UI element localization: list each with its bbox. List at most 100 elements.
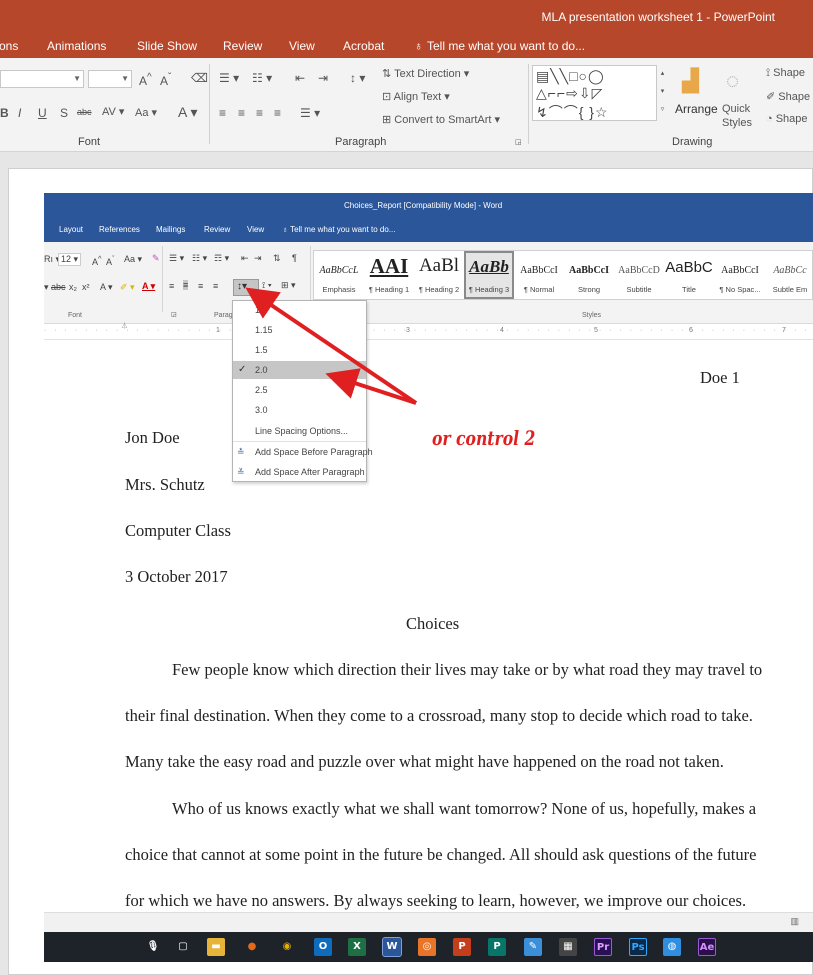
calculator-icon[interactable]: ▦ [559,938,577,956]
borders-icon[interactable]: ⊞ ▾ [281,280,296,291]
convert-smartart-button[interactable]: ⊞ Convert to SmartArt ▾ [382,113,500,126]
horizontal-ruler[interactable]: · · · · · · · · · · · · · · · · · · · · … [44,321,813,340]
line-spacing-options-link[interactable]: Line Spacing Options... [233,422,366,440]
word-font-size-dropdown[interactable]: 12 ▾ [58,253,82,266]
clear-formatting-icon[interactable]: ⌫ [191,71,208,85]
style-strong[interactable]: AaBbCcI Strong [564,251,614,299]
numbering-icon[interactable]: ☷ ▾ [192,253,207,264]
microphone-icon[interactable]: 🎙 [144,938,162,956]
word-tab-references[interactable]: References [99,225,140,234]
firefox-icon[interactable]: ● [243,938,261,956]
show-marks-icon[interactable]: ¶ [292,253,297,263]
shapes-gallery-scroll[interactable]: ▴ ▾ ▿ [656,65,668,121]
style-heading-2[interactable]: AaBl ¶ Heading 2 [414,251,464,299]
word-tell-me[interactable]: ♁ Tell me what you want to do... [282,225,395,234]
grow-font-icon[interactable]: A^ [139,72,152,88]
align-left-icon[interactable]: ≡ [169,281,174,291]
quick-styles-button[interactable]: Quick Styles [722,102,762,130]
align-right-icon[interactable]: ≡ [198,281,203,291]
align-right-icon[interactable]: ≡ [256,106,263,120]
decrease-indent-icon[interactable]: ⇤ [295,71,305,85]
style-subtitle[interactable]: AaBbCcD Subtitle [614,251,664,299]
numbering-icon[interactable]: ☷ ▾ [252,71,272,85]
add-space-after-button[interactable]: ≚ Add Space After Paragraph [233,463,366,481]
bold-icon[interactable]: B [0,106,9,120]
text-shadow-icon[interactable]: S [60,106,68,120]
globe-icon[interactable]: ◍ [663,938,681,956]
style-normal[interactable]: AaBbCcI ¶ Normal [514,251,564,299]
shrink-font-icon[interactable]: Aˇ [106,254,115,267]
underline-icon[interactable]: U [38,106,47,120]
align-center-icon[interactable]: ≡ [183,280,189,290]
increase-indent-icon[interactable]: ⇥ [254,253,262,264]
style-heading-1[interactable]: AAI ¶ Heading 1 [364,251,414,299]
change-case-icon[interactable]: Aa ▾ [135,106,157,119]
read-mode-icon[interactable]: ▥ [790,916,799,927]
character-spacing-icon[interactable]: AV ▾ [102,105,124,118]
dialog-launcher-icon[interactable]: ◲ [515,138,522,146]
word-tab-view[interactable]: View [247,225,264,234]
tab-acrobat[interactable]: Acrobat [343,39,384,53]
superscript-icon[interactable]: x² [82,282,90,292]
line-spacing-option-1-5[interactable]: 1.5 [233,341,366,359]
align-text-button[interactable]: ⊡ Align Text ▾ [382,90,450,103]
font-color-icon[interactable]: A ▾ [178,104,197,121]
tab-animations[interactable]: Animations [47,39,106,53]
line-spacing-option-2-5[interactable]: 2.5 [233,381,366,399]
arrange-button[interactable]: Arrange [675,102,718,116]
task-view-icon[interactable]: ▢ [174,938,192,956]
tab-view[interactable]: View [289,39,315,53]
line-spacing-option-2-0[interactable]: ✓ 2.0 [233,361,366,379]
powerpoint-icon[interactable]: P [453,938,471,956]
tab-transitions[interactable]: ons [0,39,18,53]
text-direction-button[interactable]: ⇅ Text Direction ▾ [382,67,469,80]
styles-gallery[interactable]: AaBbCcL Emphasis AAI ¶ Heading 1 AaBl ¶ Hea… [313,250,813,300]
shape-effects-button[interactable]: ◔ Shape [766,113,808,125]
bullets-icon[interactable]: ☰ ▾ [169,253,184,264]
notepad-icon[interactable]: ✎ [524,938,542,956]
style-subtle-emphasis[interactable]: AaBbCc Subtle Em [766,251,813,299]
font-name-dropdown[interactable]: ▼ [0,70,84,88]
style-emphasis[interactable]: AaBbCcL Emphasis [314,251,364,299]
strikethrough-icon[interactable]: abc [77,107,92,117]
grow-font-icon[interactable]: A^ [92,254,102,267]
shading-icon[interactable]: ⟟ ▾ [262,280,272,291]
increase-indent-icon[interactable]: ⇥ [318,71,328,85]
style-heading-3[interactable]: AaBb ¶ Heading 3 [464,251,514,299]
tab-review[interactable]: Review [223,39,262,53]
app-orange-icon[interactable]: ◎ [418,938,436,956]
word-tab-review[interactable]: Review [204,225,230,234]
clear-formatting-icon[interactable]: ✎ [152,253,160,264]
columns-icon[interactable]: ☰ ▾ [300,106,320,120]
tell-me-box[interactable]: ♁ Tell me what you want to do... [414,39,585,53]
text-effects-icon[interactable]: A ▾ [100,282,113,293]
justify-icon[interactable]: ≡ [274,106,281,120]
outlook-icon[interactable]: O [314,938,332,956]
style-no-spacing[interactable]: AaBbCcI ¶ No Spac... [714,251,766,299]
subscript-icon[interactable]: x₂ [69,282,77,292]
premiere-icon[interactable]: Pr [594,938,612,956]
word-icon[interactable]: W [382,937,402,957]
word-document-page[interactable]: Doe 1 Jon Doe Mrs. Schutz Computer Class… [44,340,813,912]
align-center-icon[interactable]: ≡ [238,106,245,120]
italic-icon[interactable]: I [18,106,21,120]
font-size-dropdown[interactable]: ▼ [88,70,132,88]
publisher-icon[interactable]: P [488,938,506,956]
add-space-before-button[interactable]: ≛ Add Space Before Paragraph [233,443,373,461]
multilevel-list-icon[interactable]: ☶ ▾ [214,253,229,264]
indent-marker[interactable]: ⏃ [121,321,128,331]
file-explorer-icon[interactable]: ▬ [207,938,225,956]
strikethrough-icon[interactable]: ▾ abc [44,282,66,293]
line-spacing-icon[interactable]: ↕ ▾ [350,71,365,85]
word-tab-layout[interactable]: Layout [59,225,83,234]
line-spacing-option-1-15[interactable]: 1.15 [233,321,366,339]
bullets-icon[interactable]: ☰ ▾ [219,71,239,85]
change-case-icon[interactable]: Aa ▾ [124,254,142,265]
shrink-font-icon[interactable]: Aˇ [160,72,171,88]
photoshop-icon[interactable]: Ps [629,938,647,956]
after-effects-icon[interactable]: Ae [698,938,716,956]
line-spacing-option-3-0[interactable]: 3.0 [233,401,366,419]
tab-slide-show[interactable]: Slide Show [137,39,197,53]
decrease-indent-icon[interactable]: ⇤ [241,253,249,264]
excel-icon[interactable]: X [348,938,366,956]
